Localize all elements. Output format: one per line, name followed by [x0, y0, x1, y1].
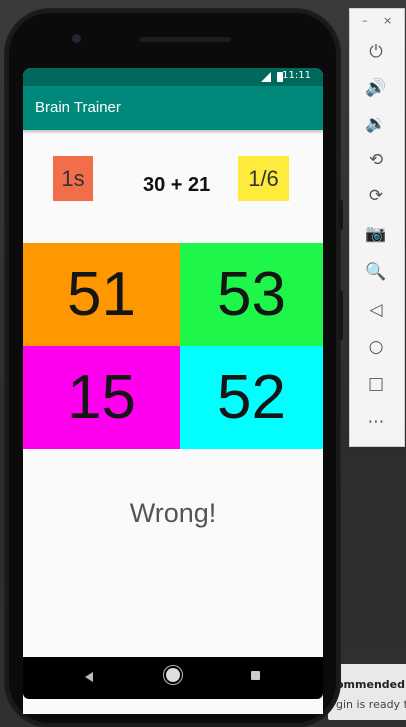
earpiece-speaker: [139, 37, 231, 42]
power-button: [339, 290, 343, 340]
minimize-button[interactable]: –: [362, 14, 368, 27]
close-button[interactable]: ×: [383, 14, 392, 27]
more-icon[interactable]: ⋯: [362, 409, 390, 435]
app-bar: Brain Trainer: [23, 86, 323, 130]
emulator-window-controls: – ×: [350, 9, 404, 33]
phone-screen: 11:11 Brain Trainer 1s 30 + 21 1/6 51 53…: [23, 68, 323, 714]
navigation-bar: [23, 657, 323, 699]
nav-home-icon[interactable]: [166, 668, 180, 682]
notification-title: ommended: [336, 678, 405, 691]
notification-toast[interactable]: ommended gin is ready to: [328, 664, 406, 720]
nav-back-icon[interactable]: [85, 672, 93, 682]
app-title: Brain Trainer: [35, 99, 121, 116]
nav-recents-icon[interactable]: [251, 671, 260, 680]
result-text: Wrong!: [129, 498, 217, 528]
signal-icon: [261, 72, 271, 82]
status-bar: 11:11: [23, 68, 323, 86]
answer-grid: 51 53 15 52: [23, 243, 323, 449]
rotate-left-icon[interactable]: ⟲: [362, 147, 390, 173]
notification-body: gin is ready to: [336, 698, 406, 711]
emulator-toolbar: – × ⏻ 🔊 🔉 ⟲ ⟳ 📷 🔍 ◁ ○ □ ⋯: [349, 8, 405, 447]
game-header: 1s 30 + 21 1/6: [23, 130, 323, 242]
answer-button-2[interactable]: 53: [180, 243, 323, 346]
zoom-icon[interactable]: 🔍: [362, 259, 390, 285]
answer-button-3[interactable]: 15: [23, 346, 180, 449]
front-camera: [72, 34, 81, 43]
answer-button-4[interactable]: 52: [180, 346, 323, 449]
status-time: 11:11: [282, 70, 311, 81]
question-text: 30 + 21: [143, 174, 211, 196]
camera-icon[interactable]: 📷: [362, 221, 390, 247]
home-icon[interactable]: ○: [362, 334, 390, 360]
rotate-right-icon[interactable]: ⟳: [362, 183, 390, 209]
volume-up-icon[interactable]: 🔊: [362, 75, 390, 101]
timer-display: 1s: [53, 156, 93, 201]
score-display: 1/6: [238, 156, 289, 201]
volume-down-icon[interactable]: 🔉: [362, 111, 390, 137]
volume-button: [339, 200, 343, 230]
back-icon[interactable]: ◁: [362, 297, 390, 323]
overview-icon[interactable]: □: [362, 371, 390, 397]
phone-frame: 11:11 Brain Trainer 1s 30 + 21 1/6 51 53…: [6, 10, 343, 726]
power-icon[interactable]: ⏻: [362, 39, 390, 65]
answer-button-1[interactable]: 51: [23, 243, 180, 346]
